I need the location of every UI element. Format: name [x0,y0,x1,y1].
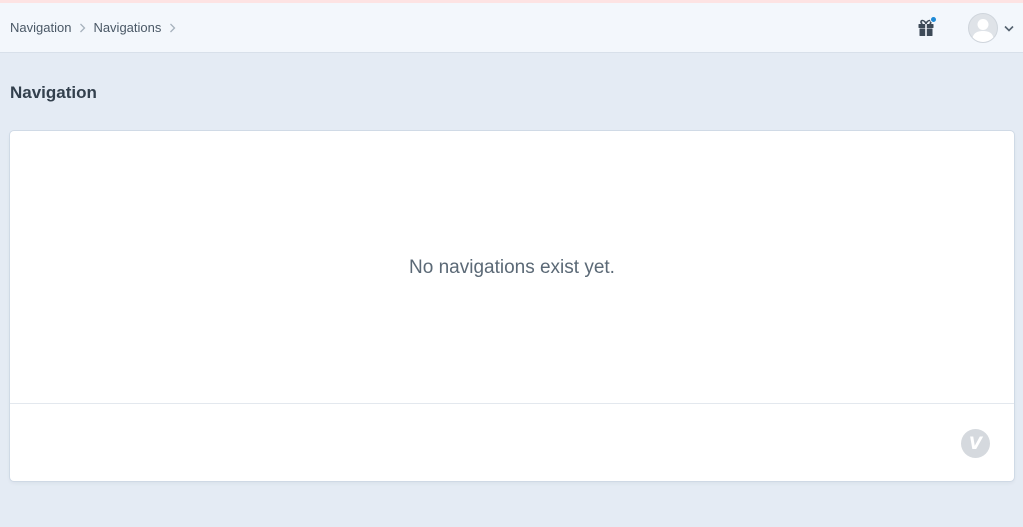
header-actions [914,3,1023,53]
user-menu[interactable] [968,13,1015,43]
header-bar: Navigation Navigations [0,3,1023,53]
notification-dot [930,16,937,23]
breadcrumb: Navigation Navigations [10,20,183,36]
card-footer: V [10,403,1014,481]
chevron-right-icon [71,20,93,36]
user-avatar-icon [968,13,998,43]
empty-state-message: No navigations exist yet. [409,257,615,278]
gift-icon[interactable] [914,16,938,40]
breadcrumb-item-navigations[interactable]: Navigations [93,20,161,36]
breadcrumb-item-navigation[interactable]: Navigation [10,20,71,36]
logo-letter: V [968,433,983,454]
page-title: Navigation [10,83,97,102]
navigations-card: No navigations exist yet. V [10,131,1014,481]
chevron-right-icon [161,20,183,36]
empty-state: No navigations exist yet. [10,131,1014,403]
chevron-down-icon [1003,22,1015,34]
v-logo-icon[interactable]: V [961,429,990,458]
